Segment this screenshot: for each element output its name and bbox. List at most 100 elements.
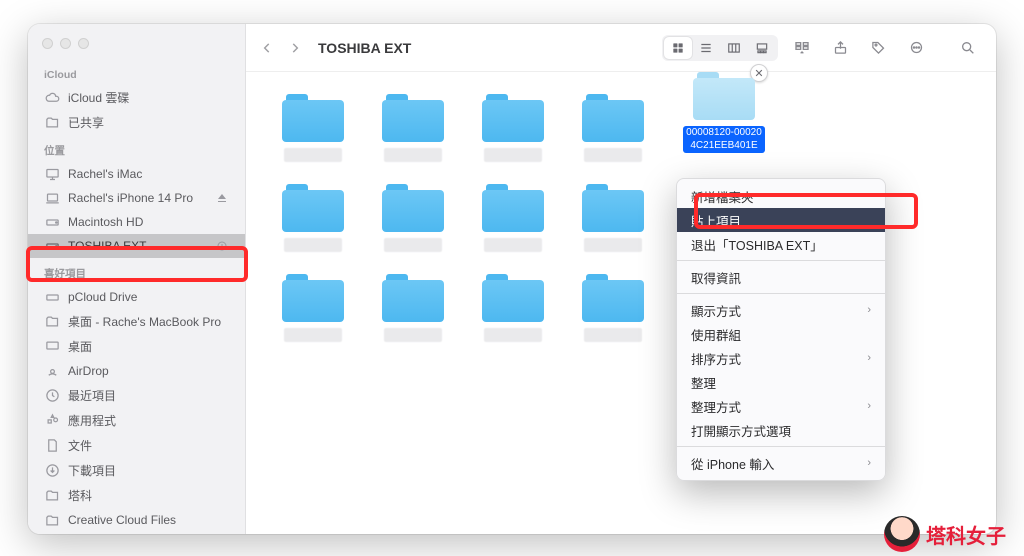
sidebar-item-creative-cloud[interactable]: Creative Cloud Files — [28, 508, 245, 532]
sidebar-item-shared[interactable]: 已共享 — [28, 110, 245, 135]
ctx-item-new-folder[interactable]: 新增檔案夾 — [677, 184, 885, 208]
chevron-right-icon: › — [867, 352, 871, 364]
sidebar: iCloud iCloud 雲碟 已共享 位置 Rachel's iMac Ra… — [28, 24, 246, 534]
main-pane: TOSHIBA EXT — [246, 24, 996, 534]
group-by-button[interactable] — [788, 36, 816, 60]
sidebar-item-downloads[interactable]: 下載項目 — [28, 458, 245, 483]
folder-icon — [282, 184, 344, 232]
folder-item-new[interactable]: ✕ 00008120-00020 4C21EEB401E — [674, 72, 774, 153]
watermark-avatar-icon — [884, 516, 920, 552]
folder-icon — [693, 72, 755, 120]
ctx-item-clean-up-by[interactable]: 整理方式› — [677, 394, 885, 418]
view-gallery-button[interactable] — [748, 37, 776, 59]
item-label-blurred — [584, 328, 642, 342]
folder-item[interactable] — [374, 94, 452, 162]
folder-icon — [482, 274, 544, 322]
eject-icon[interactable] — [215, 239, 229, 253]
folder-item[interactable] — [374, 184, 452, 252]
folder-item[interactable] — [474, 274, 552, 342]
sidebar-item-airdrop[interactable]: AirDrop — [28, 359, 245, 383]
sidebar-item-icloud-drive[interactable]: iCloud 雲碟 — [28, 85, 245, 110]
sidebar-section-favorites: 喜好項目 — [28, 258, 245, 285]
share-button[interactable] — [826, 36, 854, 60]
download-icon — [44, 463, 60, 479]
folder-icon — [44, 488, 60, 504]
folder-icon — [382, 274, 444, 322]
ctx-item-use-groups[interactable]: 使用群組 — [677, 322, 885, 346]
chevron-right-icon: › — [867, 457, 871, 469]
ctx-item-show-view-options[interactable]: 打開顯示方式選項 — [677, 418, 885, 442]
sidebar-item-custom[interactable]: 塔科 — [28, 483, 245, 508]
item-label-blurred — [284, 238, 342, 252]
folder-item[interactable] — [274, 184, 352, 252]
item-label-blurred — [384, 238, 442, 252]
item-label-blurred — [384, 328, 442, 342]
close-window-icon[interactable] — [42, 38, 53, 49]
sidebar-item-label: 文件 — [68, 437, 229, 454]
eject-icon[interactable] — [215, 191, 229, 205]
ctx-item-paste[interactable]: 貼上項目 — [677, 208, 885, 232]
sidebar-item-applications[interactable]: 應用程式 — [28, 408, 245, 433]
minimize-window-icon[interactable] — [60, 38, 71, 49]
sidebar-item-label: 應用程式 — [68, 412, 229, 429]
ctx-item-clean-up[interactable]: 整理 — [677, 370, 885, 394]
sidebar-item-label: 已共享 — [68, 114, 229, 131]
sidebar-item-label: Creative Cloud Files — [68, 513, 229, 527]
folder-item[interactable] — [574, 274, 652, 342]
sidebar-item-label: iCloud 雲碟 — [68, 89, 229, 106]
window-title: TOSHIBA EXT — [318, 40, 411, 56]
ctx-item-get-info[interactable]: 取得資訊 — [677, 265, 885, 289]
action-button[interactable] — [902, 36, 930, 60]
sidebar-section-locations: 位置 — [28, 135, 245, 162]
view-list-button[interactable] — [692, 37, 720, 59]
content-area[interactable]: ✕ 00008120-00020 4C21EEB401E 新增檔案夾 貼上項目 … — [246, 72, 996, 534]
view-icons-button[interactable] — [664, 37, 692, 59]
ctx-separator — [677, 446, 885, 447]
ctx-item-import-iphone[interactable]: 從 iPhone 輸入› — [677, 451, 885, 475]
forward-button[interactable] — [288, 41, 302, 55]
apps-icon — [44, 413, 60, 429]
sidebar-item-label: AirDrop — [68, 364, 229, 378]
zoom-window-icon[interactable] — [78, 38, 89, 49]
sidebar-item-desktop[interactable]: 桌面 — [28, 334, 245, 359]
sidebar-item-label: Macintosh HD — [68, 215, 229, 229]
folder-icon — [382, 184, 444, 232]
tags-button[interactable] — [864, 36, 892, 60]
toolbar: TOSHIBA EXT — [246, 24, 996, 72]
sidebar-item-desktop-macbook[interactable]: 桌面 - Rache's MacBook Pro — [28, 309, 245, 334]
folder-icon — [44, 314, 60, 330]
item-label-blurred — [484, 148, 542, 162]
search-button[interactable] — [954, 36, 982, 60]
folder-item[interactable] — [274, 94, 352, 162]
view-columns-button[interactable] — [720, 37, 748, 59]
sidebar-item-label: 塔科 — [68, 487, 229, 504]
folder-icon — [582, 184, 644, 232]
sidebar-section-icloud: iCloud — [28, 61, 245, 85]
ctx-item-view-as[interactable]: 顯示方式› — [677, 298, 885, 322]
folder-icon — [582, 94, 644, 142]
sidebar-item-iphone[interactable]: Rachel's iPhone 14 Pro — [28, 186, 245, 210]
folder-item[interactable] — [474, 94, 552, 162]
sidebar-item-label: TOSHIBA EXT — [68, 239, 207, 253]
sidebar-item-label: Rachel's iPhone 14 Pro — [68, 191, 207, 205]
sidebar-item-toshiba-ext[interactable]: TOSHIBA EXT — [28, 234, 245, 258]
ctx-item-sort-by[interactable]: 排序方式› — [677, 346, 885, 370]
folder-item[interactable] — [574, 94, 652, 162]
folder-item[interactable] — [374, 274, 452, 342]
folder-item[interactable] — [474, 184, 552, 252]
folder-shared-icon — [44, 115, 60, 131]
sidebar-item-documents[interactable]: 文件 — [28, 433, 245, 458]
folder-icon — [582, 274, 644, 322]
folder-item[interactable] — [274, 274, 352, 342]
sidebar-item-pcloud[interactable]: pCloud Drive — [28, 285, 245, 309]
sidebar-item-imac[interactable]: Rachel's iMac — [28, 162, 245, 186]
sidebar-item-macintosh-hd[interactable]: Macintosh HD — [28, 210, 245, 234]
sidebar-item-recents[interactable]: 最近項目 — [28, 383, 245, 408]
back-button[interactable] — [260, 41, 274, 55]
folder-item[interactable] — [574, 184, 652, 252]
drive-ext-icon — [44, 238, 60, 254]
item-label-blurred — [284, 148, 342, 162]
ctx-item-eject[interactable]: 退出「TOSHIBA EXT」 — [677, 232, 885, 256]
folder-icon — [482, 94, 544, 142]
sidebar-item-label: 最近項目 — [68, 387, 229, 404]
